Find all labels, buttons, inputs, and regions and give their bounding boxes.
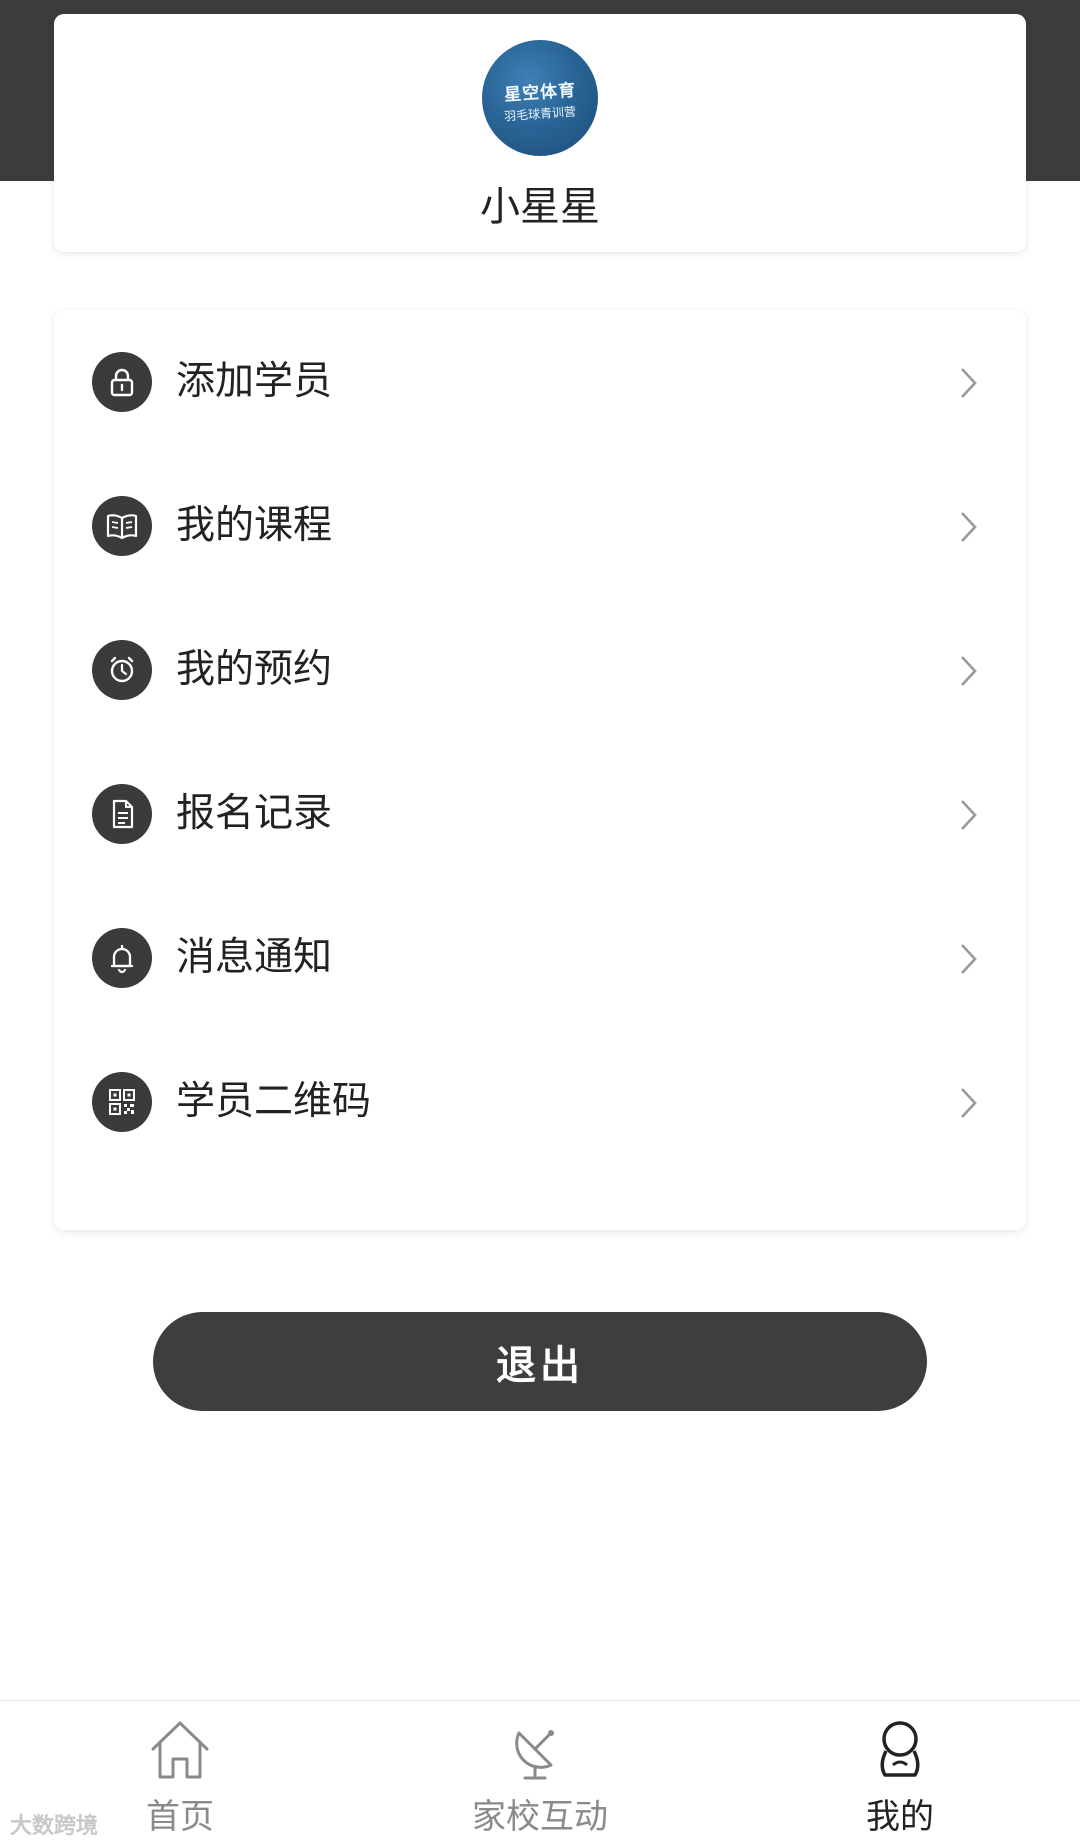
menu-item-my-courses[interactable]: 我的课程 xyxy=(54,454,1026,598)
tab-label: 我的 xyxy=(866,1797,934,1837)
tab-home-school-interaction[interactable]: 家校互动 xyxy=(360,1701,720,1846)
logout-button[interactable]: 退出 xyxy=(153,1312,927,1411)
menu-item-my-appointments[interactable]: 我的预约 xyxy=(54,598,1026,742)
satellite-dish-icon xyxy=(515,1730,554,1780)
menu-item-label: 学员二维码 xyxy=(176,1079,372,1124)
menu-item-label: 报名记录 xyxy=(176,791,333,836)
chevron-right-icon xyxy=(961,656,977,686)
alarm-clock-icon xyxy=(92,640,152,700)
chevron-right-icon xyxy=(961,512,977,542)
menu-item-add-student[interactable]: 添加学员 xyxy=(54,310,1026,454)
user-name: 小星星 xyxy=(480,184,600,230)
avatar[interactable]: 星空体育 羽毛球青训营 xyxy=(482,40,598,156)
document-icon xyxy=(92,784,152,844)
bell-icon xyxy=(92,928,152,988)
home-icon xyxy=(151,1721,209,1779)
menu-item-student-qr-code[interactable]: 学员二维码 xyxy=(54,1030,1026,1174)
chevron-right-icon xyxy=(961,368,977,398)
menu-item-notifications[interactable]: 消息通知 xyxy=(54,886,1026,1030)
chevron-right-icon xyxy=(961,944,977,974)
menu-card: 添加学员 我的课程 我的预约 报名记录 消息通知 学员二维码 xyxy=(54,310,1026,1230)
profile-card: 星空体育 羽毛球青训营 小星星 xyxy=(54,14,1026,252)
watermark: 大数跨境 xyxy=(10,1814,99,1839)
tab-label: 家校互动 xyxy=(472,1797,608,1837)
menu-item-label: 我的课程 xyxy=(176,503,333,548)
chevron-right-icon xyxy=(961,800,977,830)
book-icon xyxy=(92,496,152,556)
chevron-right-icon xyxy=(961,1088,977,1118)
menu-item-registration-records[interactable]: 报名记录 xyxy=(54,742,1026,886)
tab-mine[interactable]: 我的 xyxy=(720,1701,1080,1846)
menu-item-label: 我的预约 xyxy=(176,647,333,692)
lock-icon xyxy=(92,352,152,412)
qr-code-icon xyxy=(92,1072,152,1132)
menu-item-label: 添加学员 xyxy=(176,359,333,404)
tab-bar: 首页 家校互动 我的 xyxy=(0,1700,1080,1846)
user-icon xyxy=(880,1721,920,1777)
menu-item-label: 消息通知 xyxy=(176,935,333,980)
